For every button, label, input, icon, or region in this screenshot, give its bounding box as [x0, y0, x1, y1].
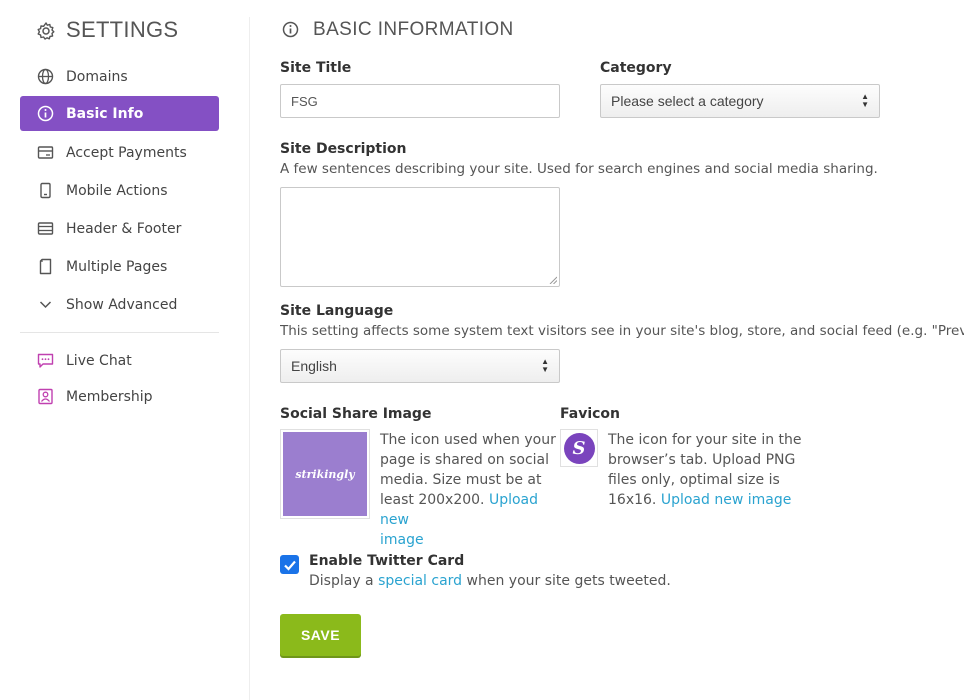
site-language-label: Site Language [280, 303, 394, 319]
twitter-card-label: Enable Twitter Card [309, 553, 465, 569]
site-language-select[interactable]: English ▲ ▼ [280, 349, 560, 383]
credit-card-icon [37, 144, 54, 161]
upload-favicon-link[interactable]: Upload new image [661, 492, 792, 508]
upload-social-image-link-cont[interactable]: image [380, 532, 424, 548]
favicon-label: Favicon [560, 406, 620, 422]
save-button[interactable]: SAVE [280, 614, 361, 656]
social-share-description: The icon used when your page is shared o… [380, 432, 556, 548]
sidebar-item-domains[interactable]: Domains [20, 59, 219, 94]
favicon-thumbnail[interactable]: S [560, 429, 598, 467]
gear-icon [36, 21, 56, 41]
twitter-card-checkbox[interactable] [280, 555, 299, 574]
select-arrows-icon: ▲ ▼ [861, 92, 869, 109]
site-description-textarea[interactable] [280, 187, 560, 287]
sidebar-item-label: Basic Info [66, 105, 144, 122]
sidebar-item-label: Show Advanced [66, 296, 178, 313]
pages-icon [37, 258, 54, 275]
site-description-help: A few sentences describing your site. Us… [280, 161, 878, 177]
resize-grip-icon[interactable] [549, 276, 557, 284]
sidebar-item-label: Header & Footer [66, 220, 182, 237]
sidebar-item-basic-info[interactable]: Basic Info [20, 96, 219, 131]
sidebar-item-show-advanced[interactable]: Show Advanced [20, 287, 219, 322]
sidebar-divider [20, 332, 219, 333]
chevron-down-icon [37, 296, 54, 313]
special-card-link[interactable]: special card [378, 573, 462, 589]
page-title: BASIC INFORMATION [313, 19, 514, 40]
member-icon [37, 388, 54, 405]
select-arrows-icon: ▲ ▼ [541, 357, 549, 374]
checkmark-icon [283, 560, 296, 571]
sidebar-item-label: Domains [66, 68, 128, 85]
sidebar-item-label: Multiple Pages [66, 258, 168, 275]
chat-icon [37, 352, 54, 369]
sidebar-item-label: Live Chat [66, 352, 132, 369]
mobile-icon [37, 182, 54, 199]
sidebar-item-mobile-actions[interactable]: Mobile Actions [20, 173, 219, 208]
site-language-selected: English [291, 358, 337, 374]
favicon-description: The icon for your site in the browser’s … [608, 432, 802, 508]
category-select[interactable]: Please select a category ▲ ▼ [600, 84, 880, 118]
sidebar-item-live-chat[interactable]: Live Chat [20, 343, 219, 378]
settings-title: SETTINGS [66, 17, 179, 42]
twitter-card-description: Display a special card when your site ge… [309, 573, 671, 589]
sidebar-item-label: Membership [66, 388, 153, 405]
favicon-logo: S [563, 432, 595, 464]
sidebar-item-label: Mobile Actions [66, 182, 168, 199]
strikingly-logo: strikingly [283, 432, 367, 516]
site-title-value: FSG [291, 93, 318, 109]
vertical-separator [249, 17, 250, 700]
site-title-label: Site Title [280, 60, 352, 76]
info-icon [37, 105, 54, 122]
sidebar-item-accept-payments[interactable]: Accept Payments [20, 135, 219, 170]
info-icon [282, 21, 299, 38]
site-title-input[interactable]: FSG [280, 84, 560, 118]
header-footer-icon [37, 220, 54, 237]
globe-icon [37, 68, 54, 85]
category-selected: Please select a category [611, 93, 764, 109]
category-label: Category [600, 60, 672, 76]
social-share-image-label: Social Share Image [280, 406, 432, 422]
sidebar-item-label: Accept Payments [66, 144, 187, 161]
sidebar-item-multiple-pages[interactable]: Multiple Pages [20, 249, 219, 284]
sidebar-item-membership[interactable]: Membership [20, 379, 219, 414]
social-share-thumbnail[interactable]: strikingly [280, 429, 370, 519]
sidebar-item-header-footer[interactable]: Header & Footer [20, 211, 219, 246]
site-language-help: This setting affects some system text vi… [280, 323, 964, 339]
site-description-label: Site Description [280, 141, 407, 157]
